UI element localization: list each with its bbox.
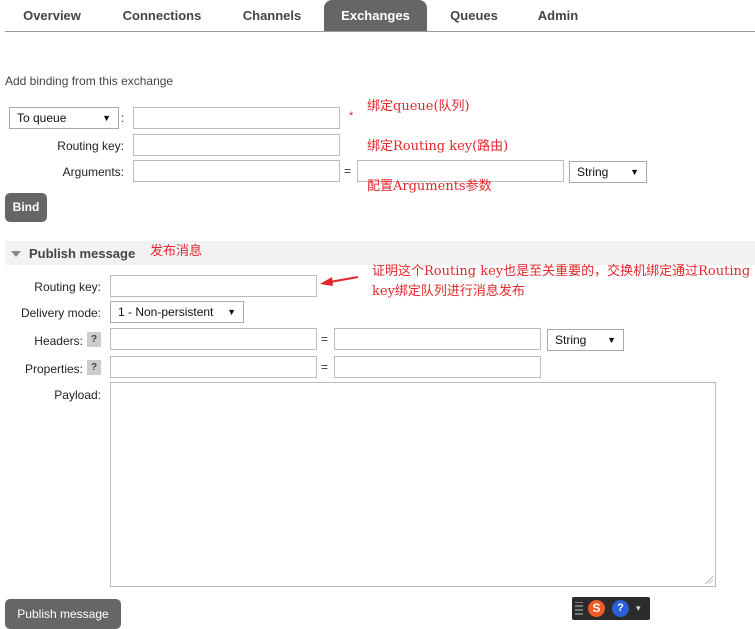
property-key-input[interactable] (110, 356, 317, 378)
tab-overview[interactable]: Overview (6, 0, 98, 31)
property-equals: = (321, 360, 329, 374)
properties-help-icon[interactable]: ? (87, 360, 101, 375)
destination-type-value: To queue (17, 111, 67, 125)
headers-help-icon[interactable]: ? (87, 332, 101, 347)
binding-argument-equals: = (344, 164, 352, 178)
tab-admin[interactable]: Admin (522, 0, 594, 31)
properties-label: Properties: (24, 362, 83, 376)
annotation-publish-message: 发布消息 (150, 244, 203, 259)
delivery-mode-label: Delivery mode: (20, 306, 101, 320)
grip-icon (575, 602, 583, 615)
headers-label: Headers: (34, 334, 83, 348)
destination-name-input[interactable] (133, 107, 340, 129)
tab-channels[interactable]: Channels (228, 0, 316, 31)
publish-routing-key-label: Routing key: (34, 280, 101, 294)
menu-arrow-icon[interactable]: ▾ (636, 603, 641, 614)
annotation-bind-routing-key: 绑定Routing key(路由) (367, 139, 509, 154)
resize-grip-icon[interactable] (705, 576, 713, 584)
tab-queues[interactable]: Queues (436, 0, 512, 31)
binding-argument-key-input[interactable] (133, 160, 340, 182)
required-marker: * (349, 110, 354, 122)
delivery-mode-value: 1 - Non-persistent (118, 305, 214, 319)
add-binding-heading: Add binding from this exchange (5, 74, 174, 88)
help-circle-icon[interactable]: ? (612, 600, 629, 617)
delivery-mode-select[interactable]: 1 - Non-persistent ▼ (110, 301, 244, 323)
binding-argument-type-value: String (577, 165, 609, 179)
ime-toolbar[interactable]: S ? ▾ (572, 597, 650, 620)
dropdown-arrow-icon: ▼ (630, 167, 639, 177)
destination-type-select[interactable]: To queue ▼ (9, 107, 119, 129)
top-nav: Overview Connections Channels Exchanges … (0, 0, 755, 32)
bind-button[interactable]: Bind (5, 193, 47, 222)
payload-label: Payload: (54, 388, 101, 402)
annotation-config-arguments: 配置Arguments参数 (367, 179, 492, 194)
binding-routing-key-label: Routing key: (57, 139, 124, 153)
header-key-input[interactable] (110, 328, 317, 350)
binding-routing-key-input[interactable] (133, 134, 340, 156)
property-value-input[interactable] (334, 356, 541, 378)
publish-routing-key-input[interactable] (110, 275, 317, 297)
payload-textarea[interactable] (110, 382, 716, 587)
annotation-bind-queue: 绑定queue(队列) (367, 99, 470, 114)
annotation-routing-note: 证明这个Routing key也是至关重要的，交换机绑定通过Routing ke… (372, 264, 751, 299)
tab-exchanges[interactable]: Exchanges (324, 0, 427, 31)
dropdown-arrow-icon: ▼ (607, 335, 616, 345)
nav-divider (5, 31, 755, 32)
tab-connections[interactable]: Connections (110, 0, 214, 31)
dropdown-arrow-icon: ▼ (102, 113, 111, 123)
destination-colon: : (121, 111, 125, 125)
publish-message-button[interactable]: Publish message (5, 599, 121, 629)
header-type-value: String (555, 333, 587, 347)
annotation-arrow-icon (320, 276, 359, 286)
header-value-input[interactable] (334, 328, 541, 350)
binding-arguments-label: Arguments: (62, 165, 124, 179)
header-type-select[interactable]: String ▼ (547, 329, 624, 351)
dropdown-arrow-icon: ▼ (227, 307, 236, 317)
sogou-logo-icon[interactable]: S (588, 600, 605, 617)
header-equals: = (321, 332, 329, 346)
collapse-triangle-icon[interactable] (11, 251, 21, 257)
binding-argument-type-select[interactable]: String ▼ (569, 161, 647, 183)
publish-section-title: Publish message (29, 246, 136, 261)
